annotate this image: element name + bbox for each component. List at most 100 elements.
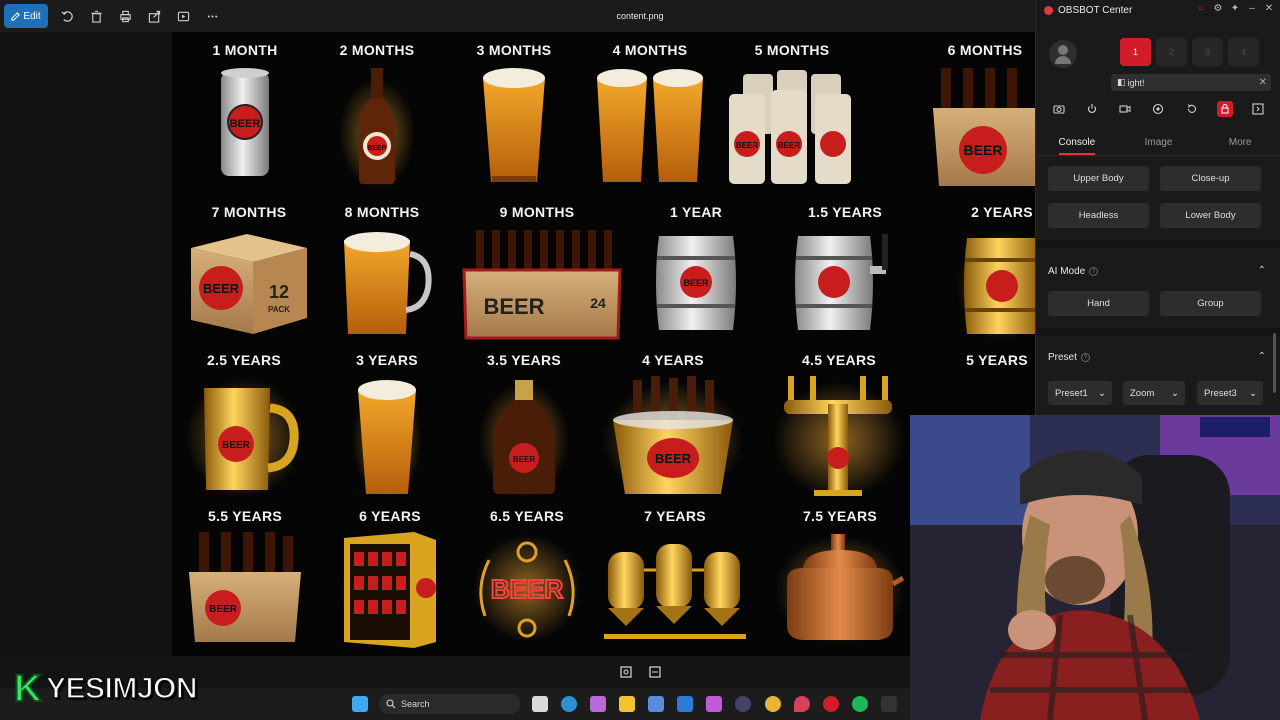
- obsbot-window-controls: ○ ⚙ ✦ – ✕: [1196, 3, 1274, 15]
- fit-window-icon[interactable]: [619, 665, 633, 679]
- fullscreen-icon[interactable]: [648, 665, 662, 679]
- tile-label: 4 YEARS: [642, 352, 704, 368]
- privacy-icon[interactable]: [1217, 101, 1234, 117]
- app-icon[interactable]: [735, 696, 751, 712]
- minimize-icon[interactable]: –: [1247, 3, 1257, 15]
- maps-icon[interactable]: [794, 696, 810, 712]
- obsbot-taskbar-icon[interactable]: [823, 696, 839, 712]
- preset1-dropdown[interactable]: Preset1 ⌄: [1048, 381, 1112, 405]
- svg-text:BEER: BEER: [513, 455, 535, 464]
- image-canvas: 1 MONTH BEER 2 MONTHS BEER 3 MONTHS 4 MO…: [172, 32, 1035, 656]
- edge-icon[interactable]: [561, 696, 577, 712]
- ai-mode-title: AI Mode: [1048, 266, 1086, 277]
- mail-icon[interactable]: [677, 696, 693, 712]
- hand-button[interactable]: Hand: [1048, 291, 1149, 316]
- tab-more[interactable]: More: [1199, 128, 1280, 154]
- preset-label: Preset3: [1204, 387, 1237, 399]
- edit-button[interactable]: Edit: [4, 4, 48, 28]
- camera-slot-4[interactable]: 4: [1228, 38, 1259, 66]
- edit-icon: [11, 11, 21, 21]
- gold-keg-icon: [957, 231, 1035, 341]
- twelve-pack-box-icon: BEER 12 PACK: [190, 234, 307, 334]
- tile-1-month: 1 MONTH BEER: [172, 42, 320, 184]
- record-video-icon[interactable]: [1117, 101, 1133, 117]
- camera-avatar[interactable]: [1049, 40, 1077, 68]
- more-icon[interactable]: [198, 4, 227, 28]
- tile-5-years: 5 YEARS: [922, 352, 1035, 368]
- panel-scrollbar[interactable]: [1273, 333, 1276, 393]
- camera-slot-2[interactable]: 2: [1156, 38, 1187, 66]
- file-explorer-icon[interactable]: [619, 696, 635, 712]
- spotify-icon[interactable]: [852, 696, 868, 712]
- close-icon[interactable]: ✕: [1264, 3, 1274, 15]
- tile-6-5-years: 6.5 YEARS BEER: [452, 508, 602, 645]
- tile-label: 2 MONTHS: [339, 42, 415, 58]
- notice-close-icon[interactable]: ✕: [1259, 77, 1267, 88]
- svg-text:BEER: BEER: [777, 141, 799, 150]
- upper-body-button[interactable]: Upper Body: [1048, 166, 1149, 191]
- pint-glass-icon: [352, 380, 422, 498]
- print-icon[interactable]: [111, 4, 140, 28]
- epic-games-icon[interactable]: [881, 696, 897, 712]
- tile-label: 7 YEARS: [644, 508, 706, 524]
- close-up-button[interactable]: Close-up: [1160, 166, 1261, 191]
- svg-text:24: 24: [590, 295, 606, 311]
- chrome-icon[interactable]: [765, 696, 781, 712]
- chevron-down-icon: ⌄: [1249, 387, 1257, 399]
- headless-button[interactable]: Headless: [1048, 203, 1149, 228]
- tile-3-5-years: 3.5 YEARS BEER: [449, 352, 599, 499]
- help-icon[interactable]: ?: [1089, 267, 1099, 276]
- collapse-panel-icon[interactable]: [1250, 101, 1266, 117]
- ice-bucket-icon: BEER: [603, 376, 743, 498]
- camera-slot-3[interactable]: 3: [1192, 38, 1223, 66]
- viewer-left-margin: [0, 32, 172, 657]
- snapshot-icon[interactable]: [1051, 101, 1067, 117]
- tab-label: Image: [1144, 137, 1173, 148]
- keg-with-tap-icon: [795, 234, 888, 330]
- neon-beer-sign-icon: BEER: [472, 534, 581, 642]
- office-icon[interactable]: [706, 696, 722, 712]
- svg-text:BEER: BEER: [367, 145, 386, 152]
- task-view-icon[interactable]: [532, 696, 548, 712]
- camera-slot-1[interactable]: 1: [1120, 38, 1151, 66]
- ai-mode-header: AI Mode ?: [1048, 266, 1099, 277]
- slideshow-icon[interactable]: [169, 4, 198, 28]
- tab-console[interactable]: Console: [1036, 128, 1118, 155]
- beer-pitcher-icon: [343, 232, 432, 334]
- settings-icon[interactable]: ⚙: [1213, 3, 1223, 15]
- tile-label: 1 MONTH: [212, 42, 278, 58]
- chevron-up-icon[interactable]: ⌃: [1258, 351, 1266, 362]
- zoom-dropdown[interactable]: Zoom ⌄: [1123, 381, 1185, 405]
- taskbar-search[interactable]: Search: [379, 694, 520, 714]
- brewery-tanks-icon: [604, 544, 746, 639]
- share-icon[interactable]: [140, 4, 169, 28]
- store-icon[interactable]: [648, 696, 664, 712]
- six-cans-icon: BEER BEER: [728, 70, 851, 184]
- copilot-icon[interactable]: [590, 696, 606, 712]
- six-pack-carrier-icon: BEER: [188, 532, 301, 642]
- tracking-icon[interactable]: [1150, 101, 1166, 117]
- preset-label: Preset1: [1055, 387, 1088, 399]
- camera-slots: 1 2 3 4: [1120, 38, 1259, 66]
- tile-label: 5 YEARS: [966, 352, 1028, 368]
- preset3-dropdown[interactable]: Preset3 ⌄: [1197, 381, 1263, 405]
- tile-label: 3 MONTHS: [476, 42, 552, 58]
- help-icon[interactable]: ?: [1080, 353, 1090, 362]
- lower-body-button[interactable]: Lower Body: [1160, 203, 1261, 228]
- copper-kettle-icon: [775, 534, 905, 645]
- svg-text:BEER: BEER: [735, 141, 757, 150]
- chevron-up-icon[interactable]: ⌃: [1258, 265, 1266, 276]
- section-divider: [1036, 328, 1280, 336]
- pin-icon[interactable]: ✦: [1230, 3, 1240, 15]
- rotate-icon[interactable]: [53, 4, 82, 28]
- group-button[interactable]: Group: [1160, 291, 1261, 316]
- start-icon[interactable]: [352, 696, 368, 712]
- record-icon[interactable]: ○: [1196, 3, 1206, 15]
- tab-label: Console: [1058, 137, 1096, 148]
- svg-text:BEER: BEER: [483, 294, 544, 319]
- tile-label: 2.5 YEARS: [206, 352, 282, 368]
- delete-icon[interactable]: [82, 4, 111, 28]
- reset-icon[interactable]: [1184, 101, 1200, 117]
- tab-image[interactable]: Image: [1118, 128, 1200, 154]
- power-icon[interactable]: [1084, 101, 1100, 117]
